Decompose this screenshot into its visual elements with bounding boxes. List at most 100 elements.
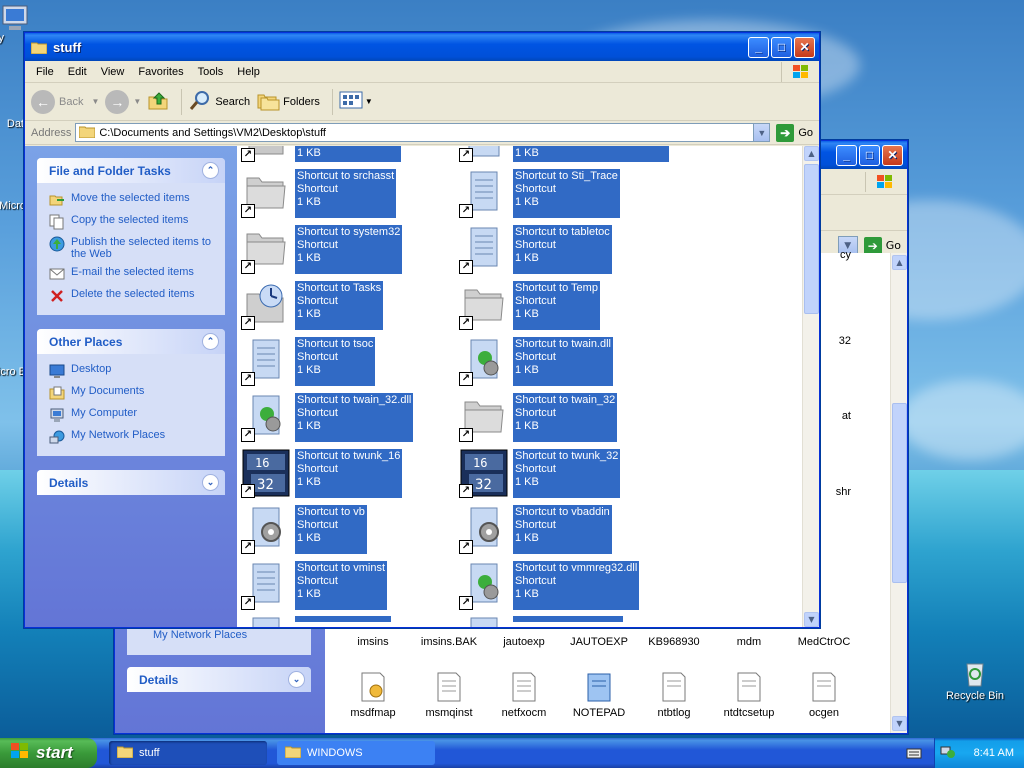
file-item[interactable]: ocgen — [788, 671, 860, 719]
close-button[interactable]: ✕ — [882, 144, 903, 166]
windows-vertical-scrollbar[interactable]: ▲ ▼ — [890, 253, 907, 733]
address-dropdown-button[interactable]: ▼ — [753, 124, 770, 141]
scroll-thumb[interactable] — [892, 403, 907, 583]
scroll-up-icon[interactable]: ▲ — [804, 146, 819, 161]
file-item[interactable]: ↗ Shortcut to vb Shortcut 1 KB — [241, 504, 367, 554]
menu-view[interactable]: View — [94, 66, 132, 78]
file-item-partial[interactable]: ↗ 1 KB — [459, 146, 669, 162]
vertical-scrollbar[interactable]: ▲ ▼ — [802, 146, 819, 627]
file-item[interactable]: imsins.BAK — [413, 636, 485, 648]
desktop-icon-micro[interactable]: Micro — [0, 200, 26, 212]
keyboard-icon[interactable] — [906, 746, 922, 763]
svg-text:32: 32 — [475, 477, 492, 493]
taskbar-button-windows[interactable]: WINDOWS — [277, 741, 435, 765]
file-item[interactable]: ntdtcsetup — [713, 671, 785, 719]
file-item[interactable]: 16 32 ↗ Shortcut to twunk_32 Shortcut 1 KB — [459, 448, 621, 498]
file-item-partial[interactable] — [241, 612, 391, 627]
file-item[interactable]: netfxocm — [488, 671, 560, 719]
file-item[interactable]: 16 32 ↗ Shortcut to twunk_16 Shortcut 1 KB — [241, 448, 403, 498]
address-input[interactable]: C:\Documents and Settings\VM2\Desktop\st… — [75, 123, 771, 142]
task-email[interactable]: E-mail the selected items — [49, 263, 215, 285]
back-dropdown-icon[interactable]: ▼ — [91, 97, 99, 106]
other-places-header[interactable]: Other Places ⌃ — [37, 329, 225, 354]
views-button[interactable]: ▼ — [339, 90, 373, 113]
collapse-chevron-icon[interactable]: ⌃ — [202, 162, 219, 179]
file-item-partial[interactable]: ↗ 1 KB — [241, 146, 401, 162]
menu-tools[interactable]: Tools — [191, 66, 231, 78]
file-item[interactable]: ↗ Shortcut to vbaddin Shortcut 1 KB — [459, 504, 612, 554]
place-my-network[interactable]: My Network Places — [49, 426, 215, 448]
file-item[interactable]: ↗ Shortcut to twain_32.dll Shortcut 1 KB — [241, 392, 414, 442]
file-item[interactable]: ntbtlog — [638, 671, 710, 719]
close-button[interactable]: ✕ — [794, 36, 815, 58]
desktop-icon — [49, 363, 65, 379]
file-item[interactable]: mdm — [713, 636, 785, 648]
go-button[interactable]: ➔ Go — [776, 123, 813, 142]
file-item[interactable]: ↗ Shortcut to Temp Shortcut 1 KB — [459, 280, 600, 330]
file-item[interactable]: ↗ Shortcut to vminst Shortcut 1 KB — [241, 560, 388, 610]
up-folder-button[interactable] — [147, 89, 169, 114]
folders-button[interactable]: Folders — [256, 89, 320, 114]
file-item[interactable]: ↗ Shortcut to Tasks Shortcut 1 KB — [241, 280, 384, 330]
menu-file[interactable]: File — [29, 66, 61, 78]
file-item[interactable]: jautoexp — [488, 636, 560, 648]
task-move[interactable]: Move the selected items — [49, 189, 215, 211]
maximize-button[interactable]: □ — [771, 36, 792, 58]
menu-favorites[interactable]: Favorites — [131, 66, 190, 78]
file-item[interactable]: ↗ Shortcut to system32 Shortcut 1 KB — [241, 224, 403, 274]
file-item[interactable]: msdfmap — [337, 671, 409, 719]
minimize-button[interactable]: _ — [836, 144, 857, 166]
task-publish[interactable]: Publish the selected items to the Web — [49, 233, 215, 263]
scroll-down-icon[interactable]: ▼ — [804, 612, 819, 627]
file-item[interactable]: imsins — [337, 636, 409, 648]
file-item[interactable]: MedCtrOC — [788, 636, 860, 648]
clock[interactable]: 8:41 AM — [974, 747, 1014, 759]
scroll-up-icon[interactable]: ▲ — [892, 255, 907, 270]
file-item[interactable]: ↗ Shortcut to twain_32 Shortcut 1 KB — [459, 392, 618, 442]
place-desktop[interactable]: Desktop — [49, 360, 215, 382]
file-item[interactable]: ↗ Shortcut to tsoc Shortcut 1 KB — [241, 336, 376, 386]
desktop-icon-micro-b[interactable]: Micro B — [0, 366, 26, 378]
minimize-button[interactable]: _ — [748, 36, 769, 58]
file-label: Shortcut to vmmreg32.dll Shortcut 1 KB — [513, 561, 640, 610]
file-item[interactable]: NOTEPAD — [563, 671, 635, 719]
task-delete[interactable]: Delete the selected items — [49, 285, 215, 307]
details-header[interactable]: Details ⌄ — [127, 667, 311, 692]
stuff-folder-window[interactable]: stuff _ □ ✕ File Edit View Favorites Too… — [24, 32, 820, 628]
desktop-icon-recycle-bin[interactable]: Recycle Bin — [940, 656, 1010, 702]
details-header[interactable]: Details ⌄ — [37, 470, 225, 495]
forward-dropdown-icon[interactable]: ▼ — [133, 97, 141, 106]
file-item[interactable]: ↗ Shortcut to Sti_Trace Shortcut 1 KB — [459, 168, 620, 218]
file-item[interactable]: ↗ Shortcut to vmmreg32.dll Shortcut 1 KB — [459, 560, 640, 610]
search-button[interactable]: Search — [188, 89, 250, 114]
menu-edit[interactable]: Edit — [61, 66, 94, 78]
place-my-computer[interactable]: My Computer — [49, 404, 215, 426]
file-item[interactable]: KB968930 — [638, 636, 710, 648]
expand-chevron-icon[interactable]: ⌄ — [202, 474, 219, 491]
maximize-button[interactable]: □ — [859, 144, 880, 166]
collapse-chevron-icon[interactable]: ⌃ — [202, 333, 219, 350]
file-item[interactable]: msmqinst — [413, 671, 485, 719]
menu-help[interactable]: Help — [230, 66, 267, 78]
taskbar-button-stuff[interactable]: stuff — [109, 741, 267, 765]
file-item[interactable]: JAUTOEXP — [563, 636, 635, 648]
notepad-icon — [584, 671, 614, 703]
file-item[interactable]: ↗ Shortcut to srchasst Shortcut 1 KB — [241, 168, 397, 218]
scroll-down-icon[interactable]: ▼ — [892, 716, 907, 731]
file-item-partial[interactable] — [459, 612, 623, 627]
expand-chevron-icon[interactable]: ⌄ — [288, 671, 305, 688]
file-item[interactable]: ↗ Shortcut to twain.dll Shortcut 1 KB — [459, 336, 613, 386]
network-tray-icon[interactable] — [940, 745, 956, 762]
back-button[interactable]: ← Back ▼ — [31, 89, 99, 114]
start-button[interactable]: start — [0, 738, 97, 768]
task-copy[interactable]: Copy the selected items — [49, 211, 215, 233]
file-item[interactable]: ↗ Shortcut to tabletoc Shortcut 1 KB — [459, 224, 612, 274]
place-my-documents[interactable]: My Documents — [49, 382, 215, 404]
desktop-icon-data[interactable]: Dat — [0, 118, 24, 130]
stuff-titlebar[interactable]: stuff _ □ ✕ — [25, 33, 819, 61]
file-folder-tasks-header[interactable]: File and Folder Tasks ⌃ — [37, 158, 225, 183]
views-dropdown-icon[interactable]: ▼ — [365, 97, 373, 106]
scroll-thumb[interactable] — [804, 164, 819, 314]
forward-button[interactable]: → ▼ — [105, 89, 141, 114]
go-button[interactable]: ➔ Go — [863, 236, 901, 255]
